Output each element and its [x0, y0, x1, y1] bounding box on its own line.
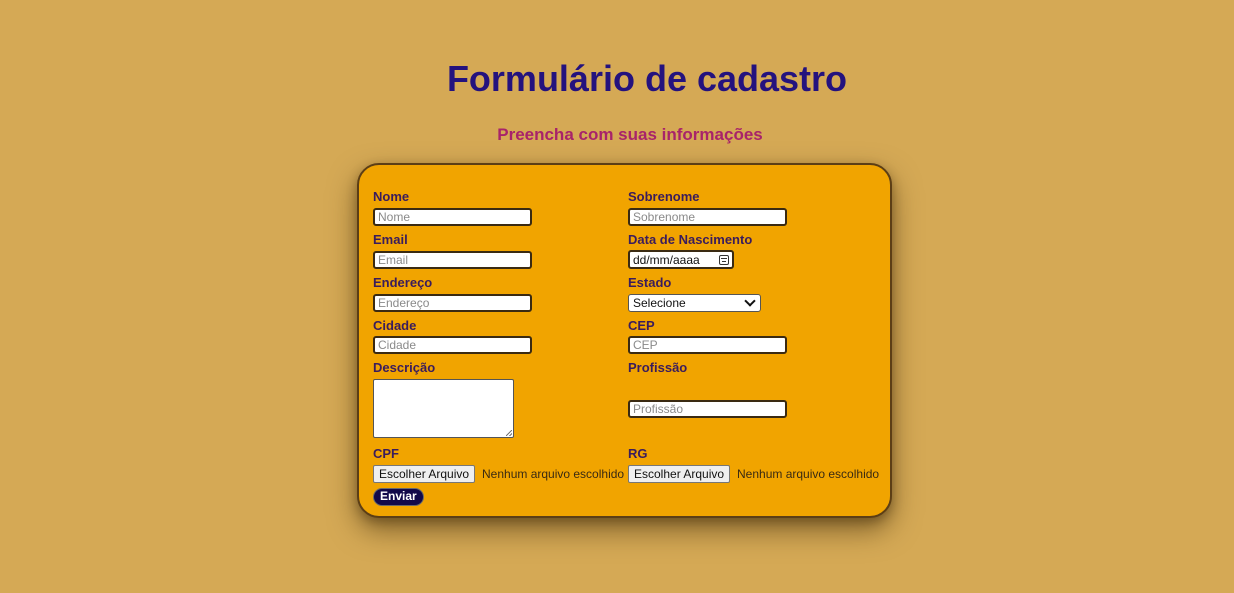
endereco-label: Endereço [373, 275, 433, 290]
registration-form: Nome Sobrenome Email Data de Nascimento … [357, 163, 892, 518]
cidade-label: Cidade [373, 318, 417, 333]
cpf-file-button[interactable]: Escolher Arquivo [373, 465, 476, 483]
sobrenome-input[interactable] [628, 208, 787, 226]
estado-selected-value: Selecione [633, 296, 686, 310]
rg-file-button[interactable]: Escolher Arquivo [628, 465, 731, 483]
page: Formulário de cadastro Preencha com suas… [0, 0, 1234, 593]
profissao-label: Profissão [628, 360, 688, 375]
nascimento-date-input[interactable]: dd/mm/aaaa [628, 250, 734, 269]
descricao-label: Descrição [373, 360, 436, 375]
sobrenome-label: Sobrenome [628, 189, 700, 204]
nascimento-label: Data de Nascimento [628, 232, 753, 247]
descricao-textarea[interactable] [373, 379, 514, 438]
cidade-input[interactable] [373, 336, 532, 354]
nome-label: Nome [373, 189, 410, 204]
page-title: Formulário de cadastro [446, 58, 848, 99]
email-label: Email [373, 232, 408, 247]
nascimento-date-value: dd/mm/aaaa [633, 252, 700, 267]
submit-button[interactable]: Enviar [373, 488, 424, 506]
profissao-input[interactable] [628, 400, 787, 418]
chevron-down-icon [744, 295, 756, 307]
estado-label: Estado [628, 275, 672, 290]
estado-select[interactable]: Selecione [628, 294, 761, 312]
cep-label: CEP [628, 318, 655, 333]
rg-file-status: Nenhum arquivo escolhido [737, 467, 880, 481]
page-subtitle: Preencha com suas informações [497, 125, 763, 144]
rg-label: RG [628, 446, 648, 461]
endereco-input[interactable] [373, 294, 532, 312]
cpf-label: CPF [373, 446, 399, 461]
email-input[interactable] [373, 251, 532, 269]
cpf-file-status: Nenhum arquivo escolhido [482, 467, 625, 481]
resize-handle-icon[interactable] [506, 430, 512, 436]
nome-input[interactable] [373, 208, 532, 226]
cep-input[interactable] [628, 336, 787, 354]
calendar-icon[interactable] [719, 254, 729, 265]
